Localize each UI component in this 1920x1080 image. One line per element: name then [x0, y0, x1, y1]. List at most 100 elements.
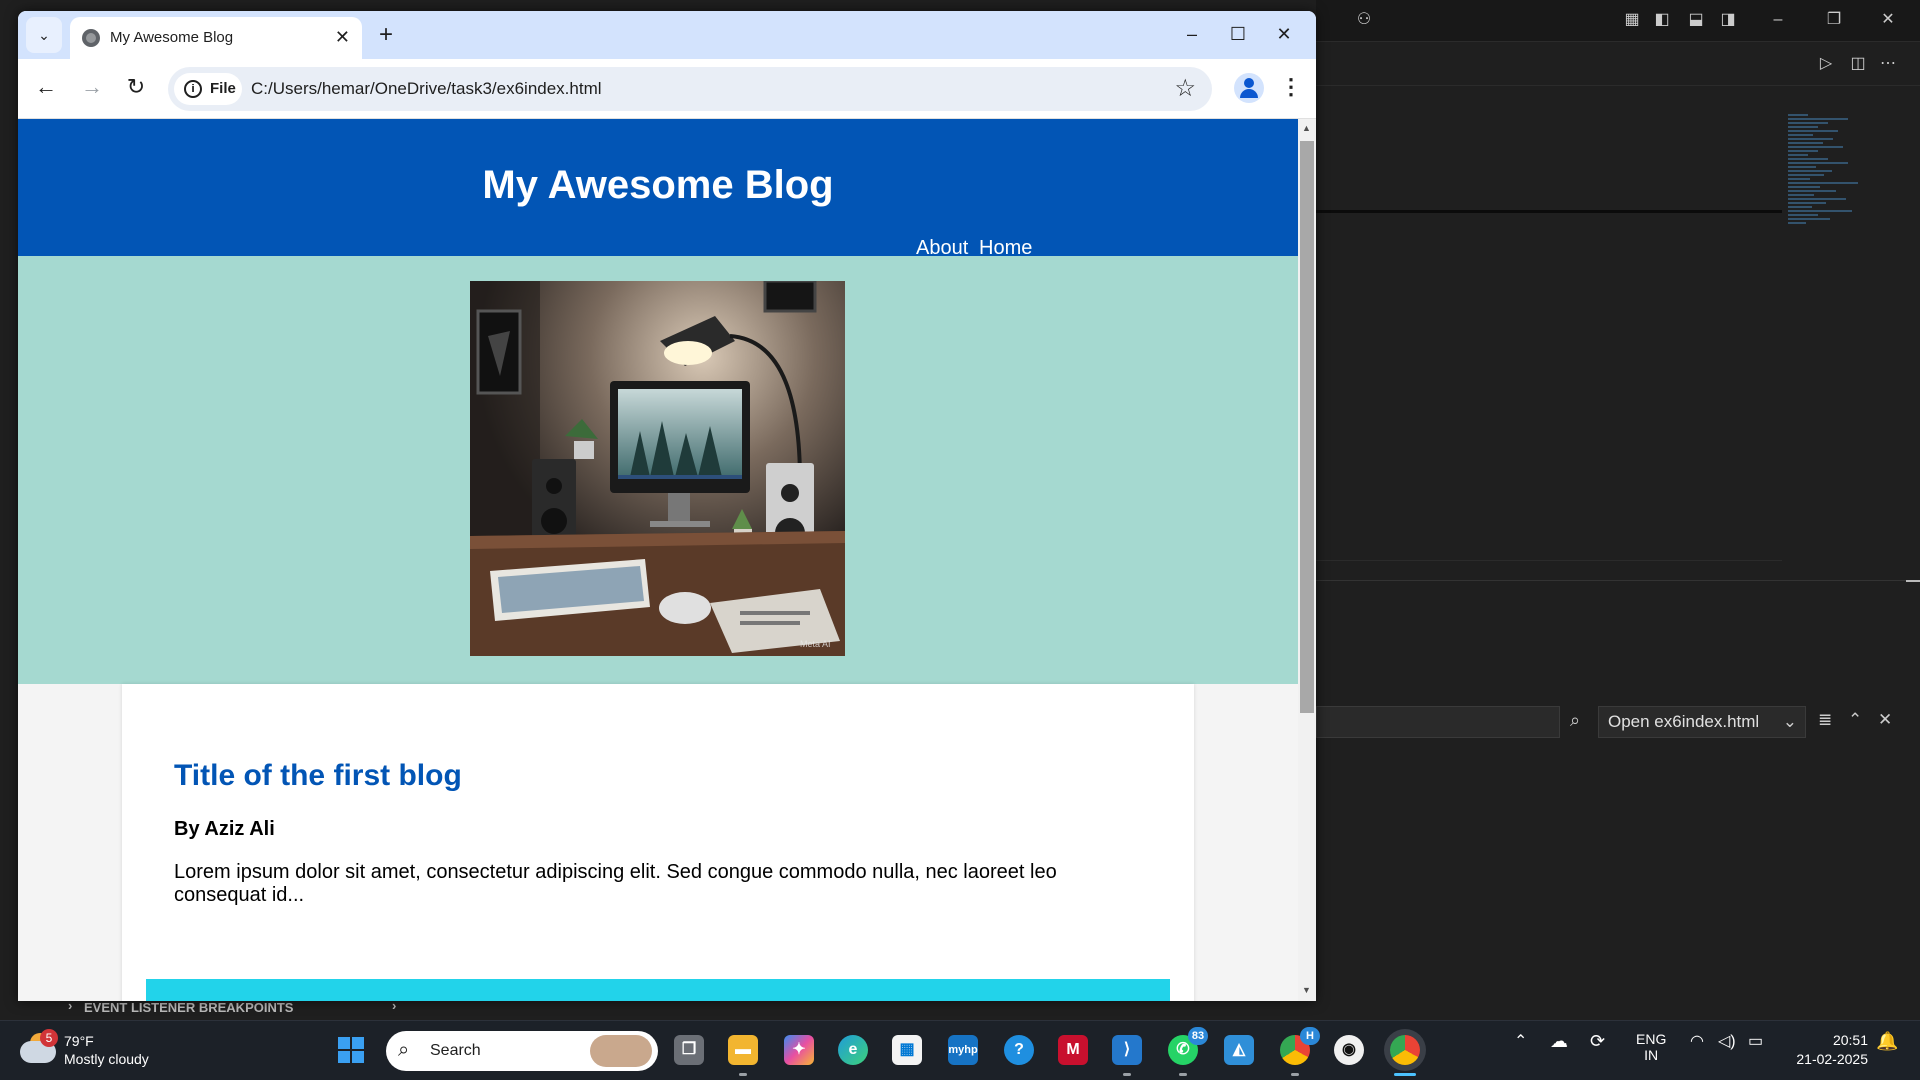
panel-filter-bar: ⌕ Open ex6index.html ⌄ ≣ ⌃ ✕: [1316, 706, 1920, 742]
clear-output-icon[interactable]: ≣: [1818, 710, 1832, 730]
minimize-icon[interactable]: –: [1768, 10, 1788, 30]
output-channel-value: Open ex6index.html: [1608, 712, 1760, 731]
github-desktop-icon[interactable]: ◉: [1334, 1035, 1364, 1065]
close-icon[interactable]: ✕: [1878, 10, 1898, 30]
get-help-icon[interactable]: ?: [1004, 1035, 1034, 1065]
minimize-icon[interactable]: –: [1172, 19, 1212, 49]
run-icon[interactable]: ▷: [1816, 54, 1836, 74]
maximize-icon[interactable]: ☐: [1218, 19, 1258, 49]
accent-bar: [146, 979, 1170, 1001]
url-text[interactable]: C:/Users/hemar/OneDrive/task3/ex6index.h…: [251, 79, 602, 99]
close-panel-icon[interactable]: ✕: [1878, 710, 1892, 730]
customize-layout-icon[interactable]: ▦: [1622, 10, 1642, 30]
post-title[interactable]: Title of the first blog: [174, 759, 462, 793]
date: 21-02-2025: [1796, 1051, 1868, 1067]
more-menu-icon[interactable]: ⋮: [1280, 73, 1302, 101]
forward-icon[interactable]: →: [78, 73, 106, 101]
running-indicator: [1179, 1073, 1187, 1076]
divider: [1906, 580, 1920, 582]
toggle-secondary-sidebar-icon[interactable]: ◨: [1718, 10, 1738, 30]
volume-icon[interactable]: ◁): [1718, 1031, 1736, 1051]
task-view-icon[interactable]: ❐: [674, 1035, 704, 1065]
myhp-icon[interactable]: myhp: [948, 1035, 978, 1065]
search-label: Search: [430, 1042, 481, 1059]
profile-avatar-icon[interactable]: [1234, 73, 1264, 103]
wifi-icon[interactable]: ◠: [1690, 1031, 1704, 1051]
divider: [1316, 560, 1782, 561]
clock[interactable]: 20:51 21-02-2025: [1782, 1031, 1868, 1069]
sync-icon[interactable]: ⟳: [1590, 1031, 1605, 1052]
chrome-icon[interactable]: [1390, 1035, 1420, 1065]
post-excerpt: Lorem ipsum dolor sit amet, consectetur …: [174, 861, 1057, 906]
close-icon[interactable]: ✕: [1264, 19, 1304, 49]
new-tab-button[interactable]: +: [372, 21, 400, 49]
scroll-up-icon[interactable]: ▲: [1302, 123, 1311, 133]
notification-bell-icon[interactable]: 🔔: [1876, 1031, 1898, 1052]
bookmark-star-icon[interactable]: ☆: [1174, 74, 1196, 103]
running-indicator: [1123, 1073, 1131, 1076]
hero-image: Meta AI: [470, 281, 845, 656]
show-hidden-icons[interactable]: ⌃: [1514, 1031, 1527, 1051]
tab-close-icon[interactable]: ✕: [335, 27, 350, 48]
chrome-profile-icon[interactable]: H: [1280, 1027, 1320, 1065]
copilot-icon[interactable]: ⚇: [1354, 10, 1374, 30]
copilot-icon[interactable]: ✦: [784, 1035, 814, 1065]
hero-section: Meta AI: [18, 256, 1298, 684]
output-channel-select[interactable]: Open ex6index.html ⌄: [1598, 706, 1806, 738]
region-code: IN: [1644, 1047, 1659, 1063]
mcafee-icon[interactable]: M: [1058, 1035, 1088, 1065]
tab-active[interactable]: My Awesome Blog ✕: [70, 17, 362, 59]
split-editor-icon[interactable]: ◫: [1848, 54, 1868, 74]
filter-input[interactable]: [1316, 706, 1560, 738]
info-icon: i: [184, 80, 202, 98]
site-info-chip[interactable]: i File: [174, 73, 242, 105]
maximize-panel-icon[interactable]: ⌃: [1848, 710, 1862, 730]
restore-icon[interactable]: ❐: [1824, 10, 1844, 30]
search-icon: ⌕: [1570, 710, 1581, 730]
vertical-scrollbar[interactable]: ▲ ▼: [1298, 119, 1316, 1001]
time: 20:51: [1832, 1032, 1868, 1048]
tab-search-button[interactable]: ⌄: [26, 17, 62, 53]
active-indicator: [1394, 1073, 1416, 1076]
divider: [1316, 210, 1782, 213]
blog-post-card: Title of the first blog By Aziz Ali Lore…: [122, 684, 1194, 1001]
vscode-titlebar: ⚇ ▦ ◧ ⬓ ◨ – ❐ ✕: [1316, 0, 1920, 42]
temperature: 79°F: [64, 1033, 94, 1049]
chevron-down-icon: ⌄: [1782, 712, 1797, 731]
editor-actions: ▷ ◫ ⋯: [1316, 42, 1920, 86]
toggle-primary-sidebar-icon[interactable]: ◧: [1652, 10, 1672, 30]
whatsapp-icon[interactable]: ✆ 83: [1168, 1027, 1208, 1065]
onedrive-icon[interactable]: ☁: [1550, 1031, 1568, 1052]
edge-icon[interactable]: e: [838, 1035, 868, 1065]
minimap[interactable]: [1788, 112, 1876, 312]
page-viewport: My Awesome Blog About Home Meta AI Title…: [18, 119, 1316, 1001]
desk-setup-illustration: Meta AI: [470, 281, 845, 656]
battery-icon[interactable]: ▭: [1748, 1031, 1763, 1051]
scrollbar-thumb[interactable]: [1300, 141, 1314, 713]
globe-icon: [82, 29, 100, 47]
start-icon[interactable]: [336, 1035, 366, 1065]
back-icon[interactable]: ←: [32, 73, 60, 101]
scroll-down-icon[interactable]: ▼: [1302, 985, 1311, 995]
weather-badge: 5: [40, 1029, 58, 1047]
photos-icon[interactable]: ◭: [1224, 1035, 1254, 1065]
vscode-icon[interactable]: ⟩: [1112, 1035, 1142, 1065]
language-indicator[interactable]: ENG IN: [1636, 1031, 1666, 1063]
running-indicator: [1291, 1073, 1299, 1076]
section-label: EVENT LISTENER BREAKPOINTS: [84, 1000, 294, 1015]
tab-strip: ⌄ My Awesome Blog ✕ + – ☐ ✕: [18, 11, 1316, 59]
running-indicator: [739, 1073, 747, 1076]
more-actions-icon[interactable]: ⋯: [1878, 54, 1898, 74]
taskbar-search[interactable]: ⌕ Search: [386, 1031, 658, 1071]
address-bar[interactable]: i File C:/Users/hemar/OneDrive/task3/ex6…: [168, 67, 1212, 111]
toggle-panel-icon[interactable]: ⬓: [1686, 10, 1706, 30]
file-explorer-icon[interactable]: ▬: [728, 1035, 758, 1065]
reload-icon[interactable]: ↻: [122, 73, 150, 101]
microsoft-store-icon[interactable]: ▦: [892, 1035, 922, 1065]
profile-badge: H: [1300, 1027, 1320, 1045]
weather-condition: Mostly cloudy: [64, 1051, 149, 1067]
post-author: By Aziz Ali: [174, 818, 275, 840]
divider: [1316, 580, 1920, 581]
windows-taskbar: 5 79°F Mostly cloudy ⌕ Search ❐ ▬ ✦ e ▦ …: [0, 1020, 1920, 1080]
browser-toolbar: ← → ↻ i File C:/Users/hemar/OneDrive/tas…: [18, 59, 1316, 119]
